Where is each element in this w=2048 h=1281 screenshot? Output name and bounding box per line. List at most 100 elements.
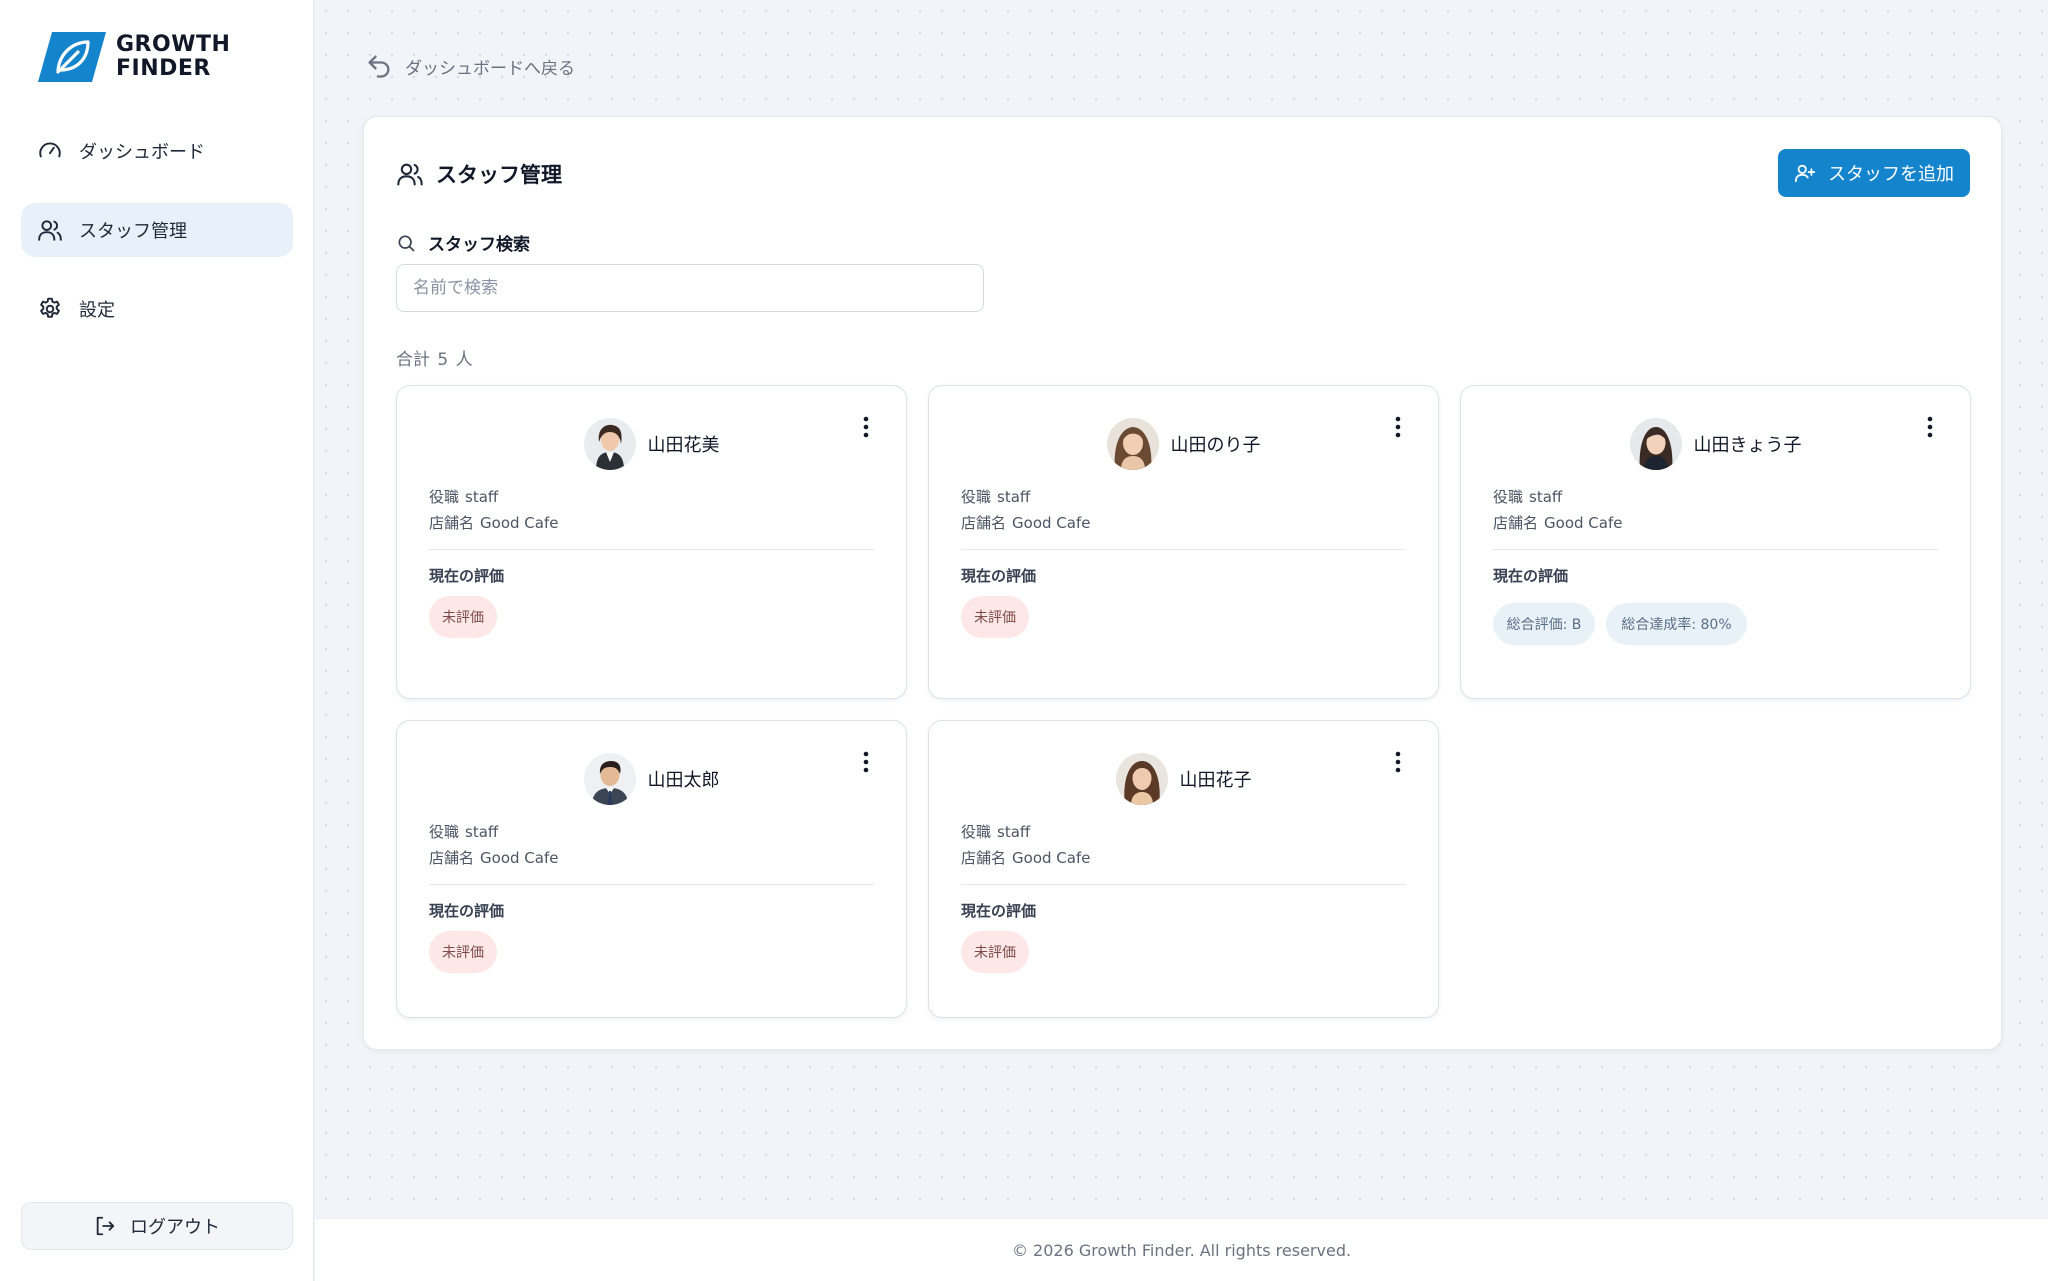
- staff-info: 役職 staff 店舗名 Good Cafe: [961, 484, 1090, 536]
- achievement-rate-badge: 総合達成率: 80%: [1606, 603, 1747, 645]
- more-vertical-icon[interactable]: [1920, 414, 1940, 440]
- status-badge: 未評価: [961, 596, 1029, 638]
- back-link[interactable]: ダッシュボードへ戻る: [365, 52, 575, 80]
- eval-label: 現在の評価: [429, 902, 505, 920]
- logout-label: ログアウト: [130, 1217, 220, 1238]
- more-vertical-icon[interactable]: [856, 749, 876, 775]
- staff-card-header: 山田花子: [929, 751, 1438, 807]
- avatar: [1629, 418, 1682, 470]
- total-prefix: 合計: [396, 350, 430, 370]
- staff-name: 山田太郎: [647, 770, 720, 791]
- role-label: 役職: [429, 488, 460, 506]
- store-label: 店舗名: [1493, 514, 1539, 532]
- store-label: 店舗名: [429, 849, 475, 867]
- grade-badge: 総合評価: B: [1493, 603, 1595, 645]
- staff-card[interactable]: 山田のり子 役職 staff 店舗名 Good Cafe 現在の評価 未評価: [928, 385, 1439, 699]
- logo[interactable]: GROWTH FINDER: [38, 30, 230, 84]
- staff-panel: スタッフ管理 スタッフを追加 スタッフ検索 合計 5 人: [363, 116, 2002, 1050]
- staff-card-header: 山田太郎: [397, 751, 906, 807]
- gauge-icon: [39, 142, 61, 158]
- role-value: staff: [997, 823, 1031, 841]
- users-icon: [38, 220, 62, 241]
- back-link-label: ダッシュボードへ戻る: [405, 58, 575, 79]
- add-staff-label: スタッフを追加: [1828, 164, 1954, 185]
- role-value: staff: [1529, 488, 1563, 506]
- staff-name: 山田花美: [647, 435, 720, 456]
- role-label: 役職: [1493, 488, 1524, 506]
- user-plus-icon: [1794, 164, 1816, 183]
- staff-card[interactable]: 山田太郎 役職 staff 店舗名 Good Cafe 現在の評価 未評価: [396, 720, 907, 1018]
- sidebar-item-settings[interactable]: 設定: [21, 282, 293, 336]
- divider: [961, 549, 1406, 550]
- total-count: 5: [437, 350, 449, 370]
- more-vertical-icon[interactable]: [1388, 414, 1408, 440]
- divider: [429, 884, 874, 885]
- staff-card-header: 山田花美: [397, 416, 906, 472]
- staff-name: 山田のり子: [1170, 435, 1261, 456]
- eval-label: 現在の評価: [429, 567, 505, 585]
- divider: [429, 549, 874, 550]
- status-badge: 未評価: [429, 931, 497, 973]
- add-staff-button[interactable]: スタッフを追加: [1778, 149, 1970, 197]
- staff-info: 役職 staff 店舗名 Good Cafe: [1493, 484, 1622, 536]
- eval-label: 現在の評価: [961, 567, 1037, 585]
- sidebar-item-label: ダッシュボード: [79, 142, 205, 163]
- staff-card-header: 山田のり子: [929, 416, 1438, 472]
- total-suffix: 人: [455, 350, 473, 370]
- eval-label: 現在の評価: [961, 902, 1037, 920]
- store-value: Good Cafe: [480, 514, 559, 532]
- search-input[interactable]: [396, 264, 984, 312]
- staff-card[interactable]: 山田花美 役職 staff 店舗名 Good Cafe 現在の評価 未評価: [396, 385, 907, 699]
- logo-line-1: GROWTH: [116, 32, 231, 57]
- store-value: Good Cafe: [480, 849, 559, 867]
- role-label: 役職: [961, 823, 992, 841]
- staff-total: 合計 5 人: [396, 345, 475, 370]
- role-label: 役職: [961, 488, 992, 506]
- logo-line-2: FINDER: [116, 56, 211, 81]
- eval-label: 現在の評価: [1493, 567, 1569, 585]
- store-value: Good Cafe: [1544, 514, 1623, 532]
- store-value: Good Cafe: [1012, 849, 1091, 867]
- staff-info: 役職 staff 店舗名 Good Cafe: [429, 819, 558, 871]
- avatar: [1115, 753, 1168, 805]
- more-vertical-icon[interactable]: [856, 414, 876, 440]
- staff-name: 山田花子: [1179, 770, 1252, 791]
- status-badge: 未評価: [961, 931, 1029, 973]
- role-label: 役職: [429, 823, 460, 841]
- sidebar-item-staff[interactable]: スタッフ管理: [21, 203, 293, 257]
- staff-card[interactable]: 山田花子 役職 staff 店舗名 Good Cafe 現在の評価 未評価: [928, 720, 1439, 1018]
- logout-button[interactable]: ログアウト: [21, 1202, 293, 1250]
- footer: © 2026 Growth Finder. All rights reserve…: [315, 1218, 2048, 1281]
- store-label: 店舗名: [961, 849, 1007, 867]
- status-badge: 未評価: [429, 596, 497, 638]
- divider: [1493, 549, 1938, 550]
- avatar: [1106, 418, 1159, 470]
- more-vertical-icon[interactable]: [1388, 749, 1408, 775]
- copyright-text: © 2026 Growth Finder. All rights reserve…: [1011, 1240, 1352, 1260]
- store-label: 店舗名: [961, 514, 1007, 532]
- staff-info: 役職 staff 店舗名 Good Cafe: [429, 484, 558, 536]
- page-title-text: スタッフ管理: [436, 163, 562, 187]
- store-label: 店舗名: [429, 514, 475, 532]
- search-label: スタッフ検索: [396, 230, 530, 255]
- avatar: [583, 753, 636, 805]
- logout-icon: [96, 1216, 115, 1236]
- role-value: staff: [465, 823, 499, 841]
- sidebar-item-dashboard[interactable]: ダッシュボード: [21, 124, 293, 178]
- sidebar-nav: ダッシュボード スタッフ管理 設定: [21, 124, 293, 361]
- sidebar: GROWTH FINDER ダッシュボード スタッフ管理 設定 ログアウト: [0, 0, 314, 1281]
- main-area: ダッシュボードへ戻る スタッフ管理 スタッフを追加 スタッフ検索 名前で検索 合…: [315, 0, 2048, 1218]
- undo-arrow-icon: [368, 55, 390, 78]
- role-value: staff: [997, 488, 1031, 506]
- sidebar-item-label: スタッフ管理: [79, 221, 187, 242]
- staff-info: 役職 staff 店舗名 Good Cafe: [961, 819, 1090, 871]
- staff-card[interactable]: 山田きょう子 役職 staff 店舗名 Good Cafe 現在の評価 総合評価: …: [1460, 385, 1971, 699]
- search-icon: [398, 235, 415, 251]
- leaf-logo-icon: [38, 30, 106, 84]
- sidebar-item-label: 設定: [79, 300, 115, 321]
- store-value: Good Cafe: [1012, 514, 1091, 532]
- staff-card-header: 山田きょう子: [1461, 416, 1970, 472]
- users-icon: [397, 163, 423, 186]
- gear-icon: [40, 297, 60, 318]
- staff-name: 山田きょう子: [1693, 435, 1802, 456]
